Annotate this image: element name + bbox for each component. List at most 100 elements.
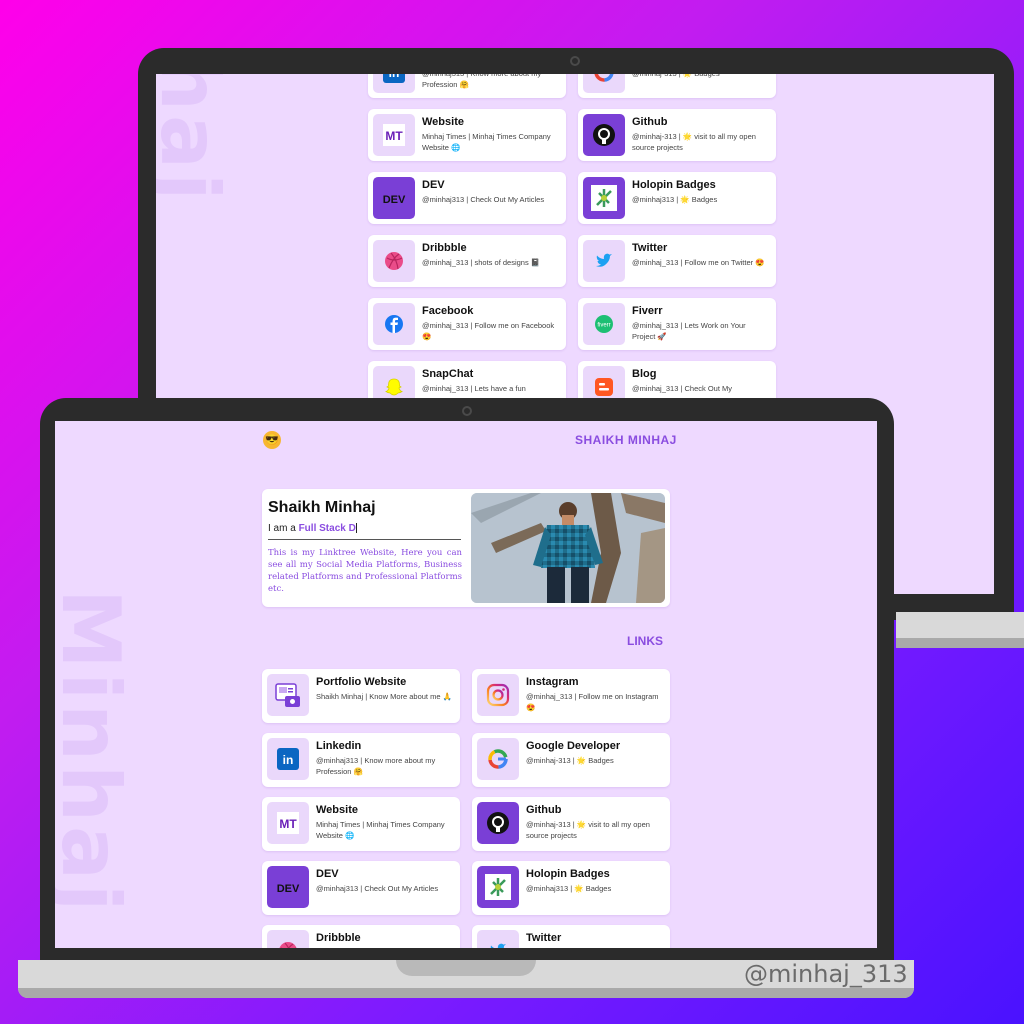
link-card-title: Github [526, 804, 562, 816]
link-card-subtitle: @minhaj_313 | Follow me on Instagram 😍 [526, 692, 659, 712]
dev-icon: DEV [373, 177, 415, 219]
link-card-google-developer[interactable]: Google Developer@minhaj-313 | 🌟 Badges [472, 733, 670, 787]
link-card-text: Twitter [526, 930, 665, 947]
link-card-title: SnapChat [422, 368, 474, 380]
back-laptop-base [896, 612, 1024, 648]
portfolio-icon [267, 674, 309, 716]
link-card-fiverr[interactable]: fiverr Fiverr @minhaj_313 | Lets Work on Y… [578, 298, 776, 350]
link-card-github[interactable]: Github @minhaj-313 | 🌟 visit to all my op… [578, 109, 776, 161]
link-card-subtitle: @minhaj_313 | Lets Work on Your Project … [632, 321, 746, 341]
link-card-text: SnapChat @minhaj_313 | Lets have a fun [422, 366, 561, 394]
link-card-title: Twitter [526, 932, 562, 944]
link-card-subtitle: @minhaj-313 | 🌟 visit to all my open sou… [632, 132, 756, 152]
link-card-subtitle: @minhaj313 | Check Out My Articles [422, 195, 545, 204]
link-card-text: Website Minhaj Times | Minhaj Times Compa… [316, 802, 455, 841]
link-card-subtitle: @minhaj-313 | 🌟 Badges [526, 756, 614, 765]
link-card-twitter[interactable]: Twitter @minhaj_313 | Follow me on Twitte… [578, 235, 776, 287]
link-card-text: Linkedin@minhaj313 | Know more about my … [422, 74, 561, 90]
profile-divider [268, 539, 461, 540]
svg-text:DEV: DEV [277, 883, 300, 895]
link-card-linkedin[interactable]: in Linkedin@minhaj313 | Know more about m… [262, 733, 460, 787]
link-card-dev[interactable]: DEV DEV @minhaj313 | Check Out My Articles [368, 172, 566, 224]
link-card-facebook[interactable]: Facebook @minhaj_313 | Follow me on Faceb… [368, 298, 566, 350]
link-card-portfolio-website[interactable]: Portfolio Website Shaikh Minhaj | Know Mo… [262, 669, 460, 723]
links-heading: LINKS [627, 634, 663, 648]
brand-name[interactable]: SHAIKH MINHAJ [575, 433, 677, 447]
tagline-prefix: I am a [268, 523, 299, 534]
link-card-twitter[interactable]: Twitter [472, 925, 670, 948]
link-card-text: Facebook @minhaj_313 | Follow me on Faceb… [422, 303, 561, 342]
profile-tagline: I am a Full Stack D [268, 523, 357, 534]
link-card-subtitle: @minhaj313 | 🌟 Badges [526, 884, 612, 893]
svg-text:in: in [283, 753, 294, 767]
link-card-subtitle: Shaikh Minhaj | Know More about me 🙏 [316, 692, 452, 701]
link-card-holopin-badges[interactable]: Holopin Badges @minhaj313 | 🌟 Badges [578, 172, 776, 224]
link-card-text: Github @minhaj-313 | 🌟 visit to all my op… [632, 114, 771, 153]
google-icon [583, 74, 625, 93]
dribbble-icon [267, 930, 309, 948]
link-card-text: Website Minhaj Times | Minhaj Times Compa… [422, 114, 561, 153]
link-card-subtitle: @minhaj_313 | Lets have a fun [422, 384, 526, 393]
front-links-grid: Portfolio Website Shaikh Minhaj | Know Mo… [262, 669, 670, 948]
link-card-github[interactable]: Github @minhaj-313 | 🌟 visit to all my op… [472, 797, 670, 851]
profile-name: Shaikh Minhaj [268, 499, 376, 516]
link-card-text: Linkedin@minhaj313 | Know more about my … [316, 738, 455, 777]
back-laptop-camera [570, 56, 580, 66]
link-card-text: Holopin Badges @minhaj313 | 🌟 Badges [526, 866, 665, 894]
link-card-title: Linkedin [316, 740, 362, 752]
link-card-subtitle: Minhaj Times | Minhaj Times Company Webs… [422, 132, 551, 152]
link-card-dev[interactable]: DEV DEV @minhaj313 | Check Out My Articles [262, 861, 460, 915]
author-watermark: @minhaj_313 [744, 960, 908, 988]
link-card-instagram[interactable]: Instagram @minhaj_313 | Follow me on Inst… [472, 669, 670, 723]
link-card-title: Twitter [632, 242, 668, 254]
link-card-website[interactable]: MT Website Minhaj Times | Minhaj Times Com… [262, 797, 460, 851]
facebook-icon [373, 303, 415, 345]
link-card-text: DEV @minhaj313 | Check Out My Articles [316, 866, 455, 894]
link-card-title: Fiverr [632, 305, 663, 317]
link-card-dribbble[interactable]: Dribbble [262, 925, 460, 948]
link-card-google-developer[interactable]: Google Developer@minhaj-313 | 🌟 Badges [578, 74, 776, 98]
svg-text:MT: MT [279, 817, 297, 831]
link-card-holopin-badges[interactable]: Holopin Badges @minhaj313 | 🌟 Badges [472, 861, 670, 915]
link-card-title: DEV [422, 179, 445, 191]
profile-card: Shaikh Minhaj I am a Full Stack D This i… [262, 489, 670, 607]
link-card-dribbble[interactable]: Dribbble @minhaj_313 | shots of designs 📓 [368, 235, 566, 287]
mt-logo-icon: MT [267, 802, 309, 844]
link-card-text: Twitter @minhaj_313 | Follow me on Twitte… [632, 240, 771, 268]
back-links-grid: in Linkedin@minhaj313 | Know more about m… [368, 74, 776, 413]
link-card-subtitle: @minhaj_313 | Follow me on Facebook 😍 [422, 321, 555, 341]
link-card-text: Dribbble [316, 930, 455, 947]
link-card-title: Instagram [526, 676, 579, 688]
instagram-icon [477, 674, 519, 716]
google-icon [477, 738, 519, 780]
link-card-text: Dribbble @minhaj_313 | shots of designs 📓 [422, 240, 561, 268]
link-card-text: Google Developer@minhaj-313 | 🌟 Badges [526, 738, 665, 766]
logo-emoji-icon[interactable]: 😎 [263, 431, 281, 449]
link-card-title: Holopin Badges [526, 868, 610, 880]
link-card-text: Blog @minhaj_313 | Check Out My [632, 366, 771, 394]
svg-text:DEV: DEV [383, 194, 406, 206]
link-card-title: Dribbble [422, 242, 467, 254]
link-card-text: Google Developer@minhaj-313 | 🌟 Badges [632, 74, 771, 79]
link-card-subtitle: @minhaj-313 | 🌟 Badges [632, 74, 771, 79]
twitter-icon [477, 930, 519, 948]
link-card-text: Instagram @minhaj_313 | Follow me on Inst… [526, 674, 665, 713]
profile-description: This is my Linktree Website, Here you ca… [268, 548, 462, 594]
dribbble-icon [373, 240, 415, 282]
twitter-icon [583, 240, 625, 282]
typing-caret [355, 523, 357, 534]
link-card-title: Blog [632, 368, 657, 380]
link-card-text: Fiverr @minhaj_313 | Lets Work on Your Pr… [632, 303, 771, 342]
back-side-watermark-text: haj [156, 74, 236, 205]
profile-photo [471, 493, 665, 603]
link-card-website[interactable]: MT Website Minhaj Times | Minhaj Times Com… [368, 109, 566, 161]
link-card-title: DEV [316, 868, 339, 880]
link-card-linkedin[interactable]: inLinkedin@minhaj313 | Know more about m… [368, 74, 566, 98]
holopin-icon [477, 866, 519, 908]
github-icon [583, 114, 625, 156]
svg-text:fiverr: fiverr [597, 323, 610, 329]
link-card-subtitle: @minhaj313 | 🌟 Badges [632, 195, 718, 204]
link-card-title: Website [316, 804, 358, 816]
link-card-subtitle: @minhaj313 | Know more about my Professi… [422, 74, 541, 89]
link-card-subtitle: Minhaj Times | Minhaj Times Company Webs… [316, 820, 445, 840]
